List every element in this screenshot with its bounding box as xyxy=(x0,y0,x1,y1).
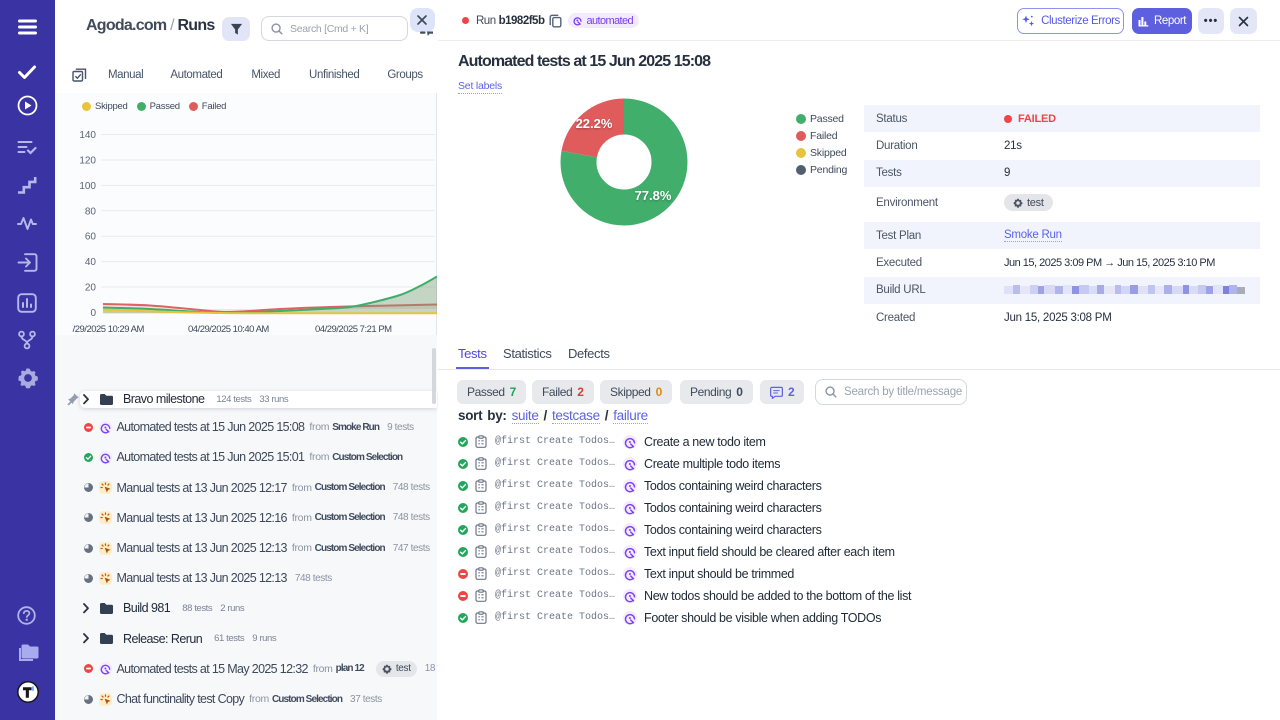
svg-text:0: 0 xyxy=(90,308,96,319)
svg-text:77.8%: 77.8% xyxy=(635,188,672,203)
svg-text:/29/2025 10:29 AM: /29/2025 10:29 AM xyxy=(73,324,145,335)
svg-text:04/29/2025 10:40 AM: 04/29/2025 10:40 AM xyxy=(188,324,269,335)
svg-text:80: 80 xyxy=(85,206,97,217)
svg-text:140: 140 xyxy=(79,130,96,141)
svg-text:40: 40 xyxy=(85,257,97,268)
svg-text:20: 20 xyxy=(85,283,97,294)
svg-text:04/29/2025 7:21 PM: 04/29/2025 7:21 PM xyxy=(315,324,392,335)
svg-text:22.2%: 22.2% xyxy=(576,116,613,131)
svg-text:60: 60 xyxy=(85,232,97,243)
svg-text:120: 120 xyxy=(79,156,96,167)
svg-text:100: 100 xyxy=(79,181,96,192)
